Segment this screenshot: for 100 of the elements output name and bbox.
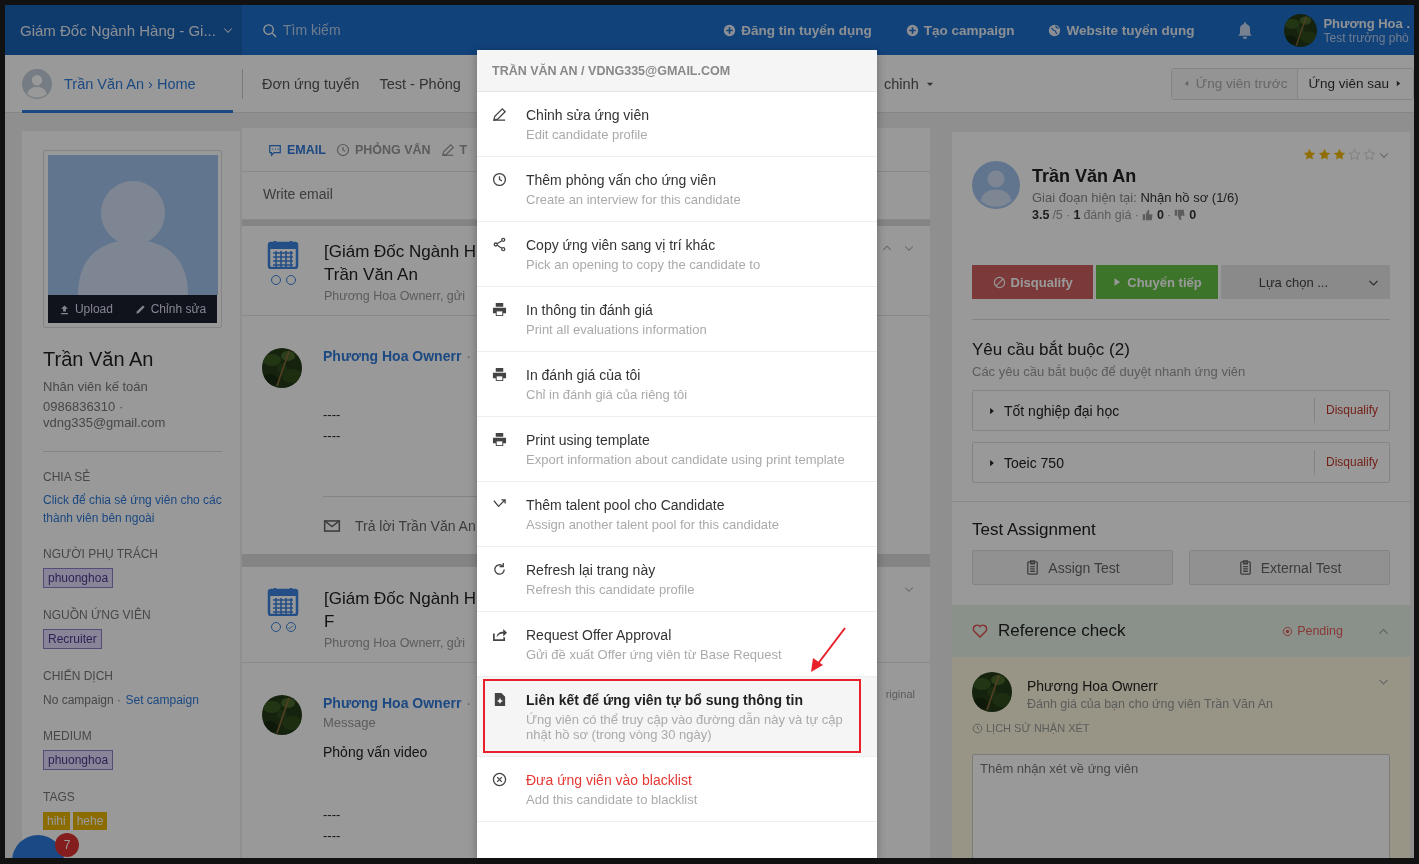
separator: · — [1166, 208, 1172, 222]
nav-tab[interactable]: chỉnh — [884, 54, 935, 113]
search-icon — [262, 22, 277, 38]
tag: Recruiter — [43, 629, 102, 649]
menu-item[interactable]: In thông tin đánh giá Print all evaluations information — [477, 287, 877, 352]
star-icon — [1348, 148, 1361, 161]
nav-tab[interactable]: Đơn ứng tuyển — [262, 54, 360, 113]
candidate-title: Nhân viên kế toán — [43, 379, 149, 394]
ban-icon — [992, 275, 1006, 289]
section-heading: TAGS — [43, 790, 76, 804]
export-icon — [492, 627, 507, 642]
upload-icon — [58, 303, 70, 315]
campaign-text: No campaign · — [43, 693, 122, 707]
candidate-name: Trần Văn An — [1032, 166, 1138, 187]
tag: phuonghoa — [43, 568, 114, 588]
review-label: đánh giá · — [1083, 208, 1139, 222]
close-circle-icon — [492, 772, 507, 787]
activity-tab[interactable]: PHỎNG VẤN — [335, 142, 431, 157]
signature-line: ---- — [323, 827, 342, 845]
tag: hehe — [72, 812, 108, 830]
candidate-name: Trần Văn An — [43, 348, 155, 371]
avatar-icon — [972, 161, 1020, 209]
item-meta: Phương Hoa Ownerr, gửi — [324, 289, 466, 303]
like-count: 0 — [1157, 208, 1164, 222]
thumbs-up-icon — [1142, 209, 1154, 221]
signature-line: ---- — [323, 427, 342, 445]
comment-text: Phỏng vấn video — [323, 744, 429, 760]
signature-line: ---- — [323, 406, 342, 424]
review-count: 1 — [1073, 208, 1081, 222]
caret-right-icon — [1394, 79, 1403, 88]
menu-item[interactable]: Đưa ứng viên vào blacklist Add this candidate to blacklist — [477, 757, 877, 822]
comment-field[interactable]: Thêm nhận xét về ứng viên — [972, 754, 1390, 858]
set-campaign-link[interactable]: Set campaign — [125, 693, 199, 707]
menu-item[interactable]: Print using template Export information about candidate using print template — [477, 417, 877, 482]
clipboard-icon — [1025, 560, 1041, 575]
section-title: Reference check — [998, 621, 1127, 641]
menu-item[interactable]: Thêm phỏng vấn cho ứng viên Create an interview for this candidate — [477, 157, 877, 222]
test-button[interactable]: Assign Test — [972, 550, 1173, 585]
disqualify-link[interactable]: Disqualify — [1313, 398, 1389, 423]
section-subtitle: Các yêu cầu bắt buộc để duyệt nhanh ứng viên — [972, 364, 1247, 379]
section-heading: CHIẾN DỊCH — [43, 669, 114, 683]
tag: phuonghoa — [43, 750, 114, 770]
photo-action[interactable]: Chỉnh sửa — [134, 302, 207, 316]
action-button[interactable]: Lựa chọn ... — [1220, 265, 1390, 299]
dislike-count: 0 — [1189, 208, 1197, 222]
pencil-icon — [440, 142, 455, 157]
star-icon — [1303, 148, 1316, 161]
chat-icon — [268, 142, 282, 157]
photo-action[interactable]: Upload — [58, 302, 113, 316]
star-icon — [1333, 148, 1346, 161]
history-link[interactable]: LỊCH SỬ NHẬN XÉT — [986, 722, 1090, 734]
user-role: Test trưởng phò — [1323, 30, 1410, 45]
globe-icon — [1048, 23, 1062, 37]
menu-item[interactable]: Copy ứng viên sang vị trí khác Pick an opening to copy the candidate to — [477, 222, 877, 287]
activity-tab[interactable]: EMAIL — [268, 142, 326, 157]
search-field[interactable]: Tìm kiếm — [283, 20, 483, 40]
nav-link[interactable]: Đăng tin tuyển dụng — [723, 22, 872, 38]
avatar-icon — [22, 68, 52, 99]
share-link[interactable]: Click để chia sẻ ứng viên cho các thành viên bên ngoài — [43, 491, 222, 527]
mail-icon — [323, 517, 341, 535]
clock-icon — [492, 172, 507, 187]
action-button[interactable]: Disqualify — [972, 265, 1094, 299]
reference-header[interactable]: Reference check Pending — [952, 605, 1410, 657]
job-selector[interactable]: Giám Đốc Ngành Hàng - Gi... — [5, 5, 242, 55]
thumbs-down-icon — [1174, 209, 1187, 221]
heart-icon — [972, 623, 988, 639]
menu-item[interactable]: Chỉnh sửa ứng viên Edit candidate profile — [477, 92, 877, 157]
menu-item[interactable]: Thêm talent pool cho Candidate Assign another talent pool for this candidate — [477, 482, 877, 547]
plus-circle-icon — [905, 23, 919, 37]
nav-tab[interactable]: Test - Phỏng — [379, 54, 461, 113]
score-scale: /5 · — [1052, 208, 1071, 222]
file-plus-icon — [492, 692, 507, 707]
section-heading: CHIA SẺ — [43, 470, 92, 484]
reply-link[interactable]: Trả lời Trần Văn An — [323, 517, 477, 535]
requirement-label: Toeic 750 — [1004, 454, 1065, 471]
candidate-contact: 0986836310 · vdng335@gmail.com — [43, 399, 167, 431]
menu-item[interactable]: In đánh giá của tôi Chỉ in đánh giá của riêng tôi — [477, 352, 877, 417]
compose-field[interactable]: Write email — [242, 172, 477, 219]
item-meta: Phương Hoa Ownerr, gửi — [324, 636, 466, 650]
disqualify-link[interactable]: Disqualify — [1313, 450, 1389, 475]
plus-circle-icon — [723, 23, 737, 37]
author-name[interactable]: Phương Hoa Ownerr — [323, 695, 462, 711]
printer-icon — [492, 432, 507, 447]
nav-link[interactable]: Website tuyển dụng — [1048, 22, 1195, 38]
share-icon — [492, 237, 507, 252]
activity-tab[interactable]: T — [440, 142, 468, 157]
reviewer-name: Phương Hoa Ownerr — [1027, 678, 1159, 694]
comment-label: Message — [323, 715, 377, 730]
item-title: [Giám Đốc Ngành H — [324, 588, 477, 610]
nav-tab[interactable]: Trần Văn An › Home — [22, 54, 233, 113]
test-button[interactable]: External Test — [1189, 550, 1390, 585]
pencil-icon — [492, 107, 507, 122]
item-title: Trần Văn An — [324, 264, 419, 286]
signature-line: ---- — [323, 806, 342, 824]
nav-link[interactable]: Tạo campaign — [905, 22, 1015, 38]
user-name: Phương Hoa . — [1323, 15, 1410, 31]
reviewer-subtitle: Đánh giá của bạn cho ứng viên Trần Văn An — [1027, 697, 1275, 711]
bell-icon[interactable] — [1236, 21, 1255, 39]
author-name[interactable]: Phương Hoa Ownerr — [323, 348, 462, 364]
menu-item[interactable]: Refresh lại trang này Refresh this candidate profile — [477, 547, 877, 612]
